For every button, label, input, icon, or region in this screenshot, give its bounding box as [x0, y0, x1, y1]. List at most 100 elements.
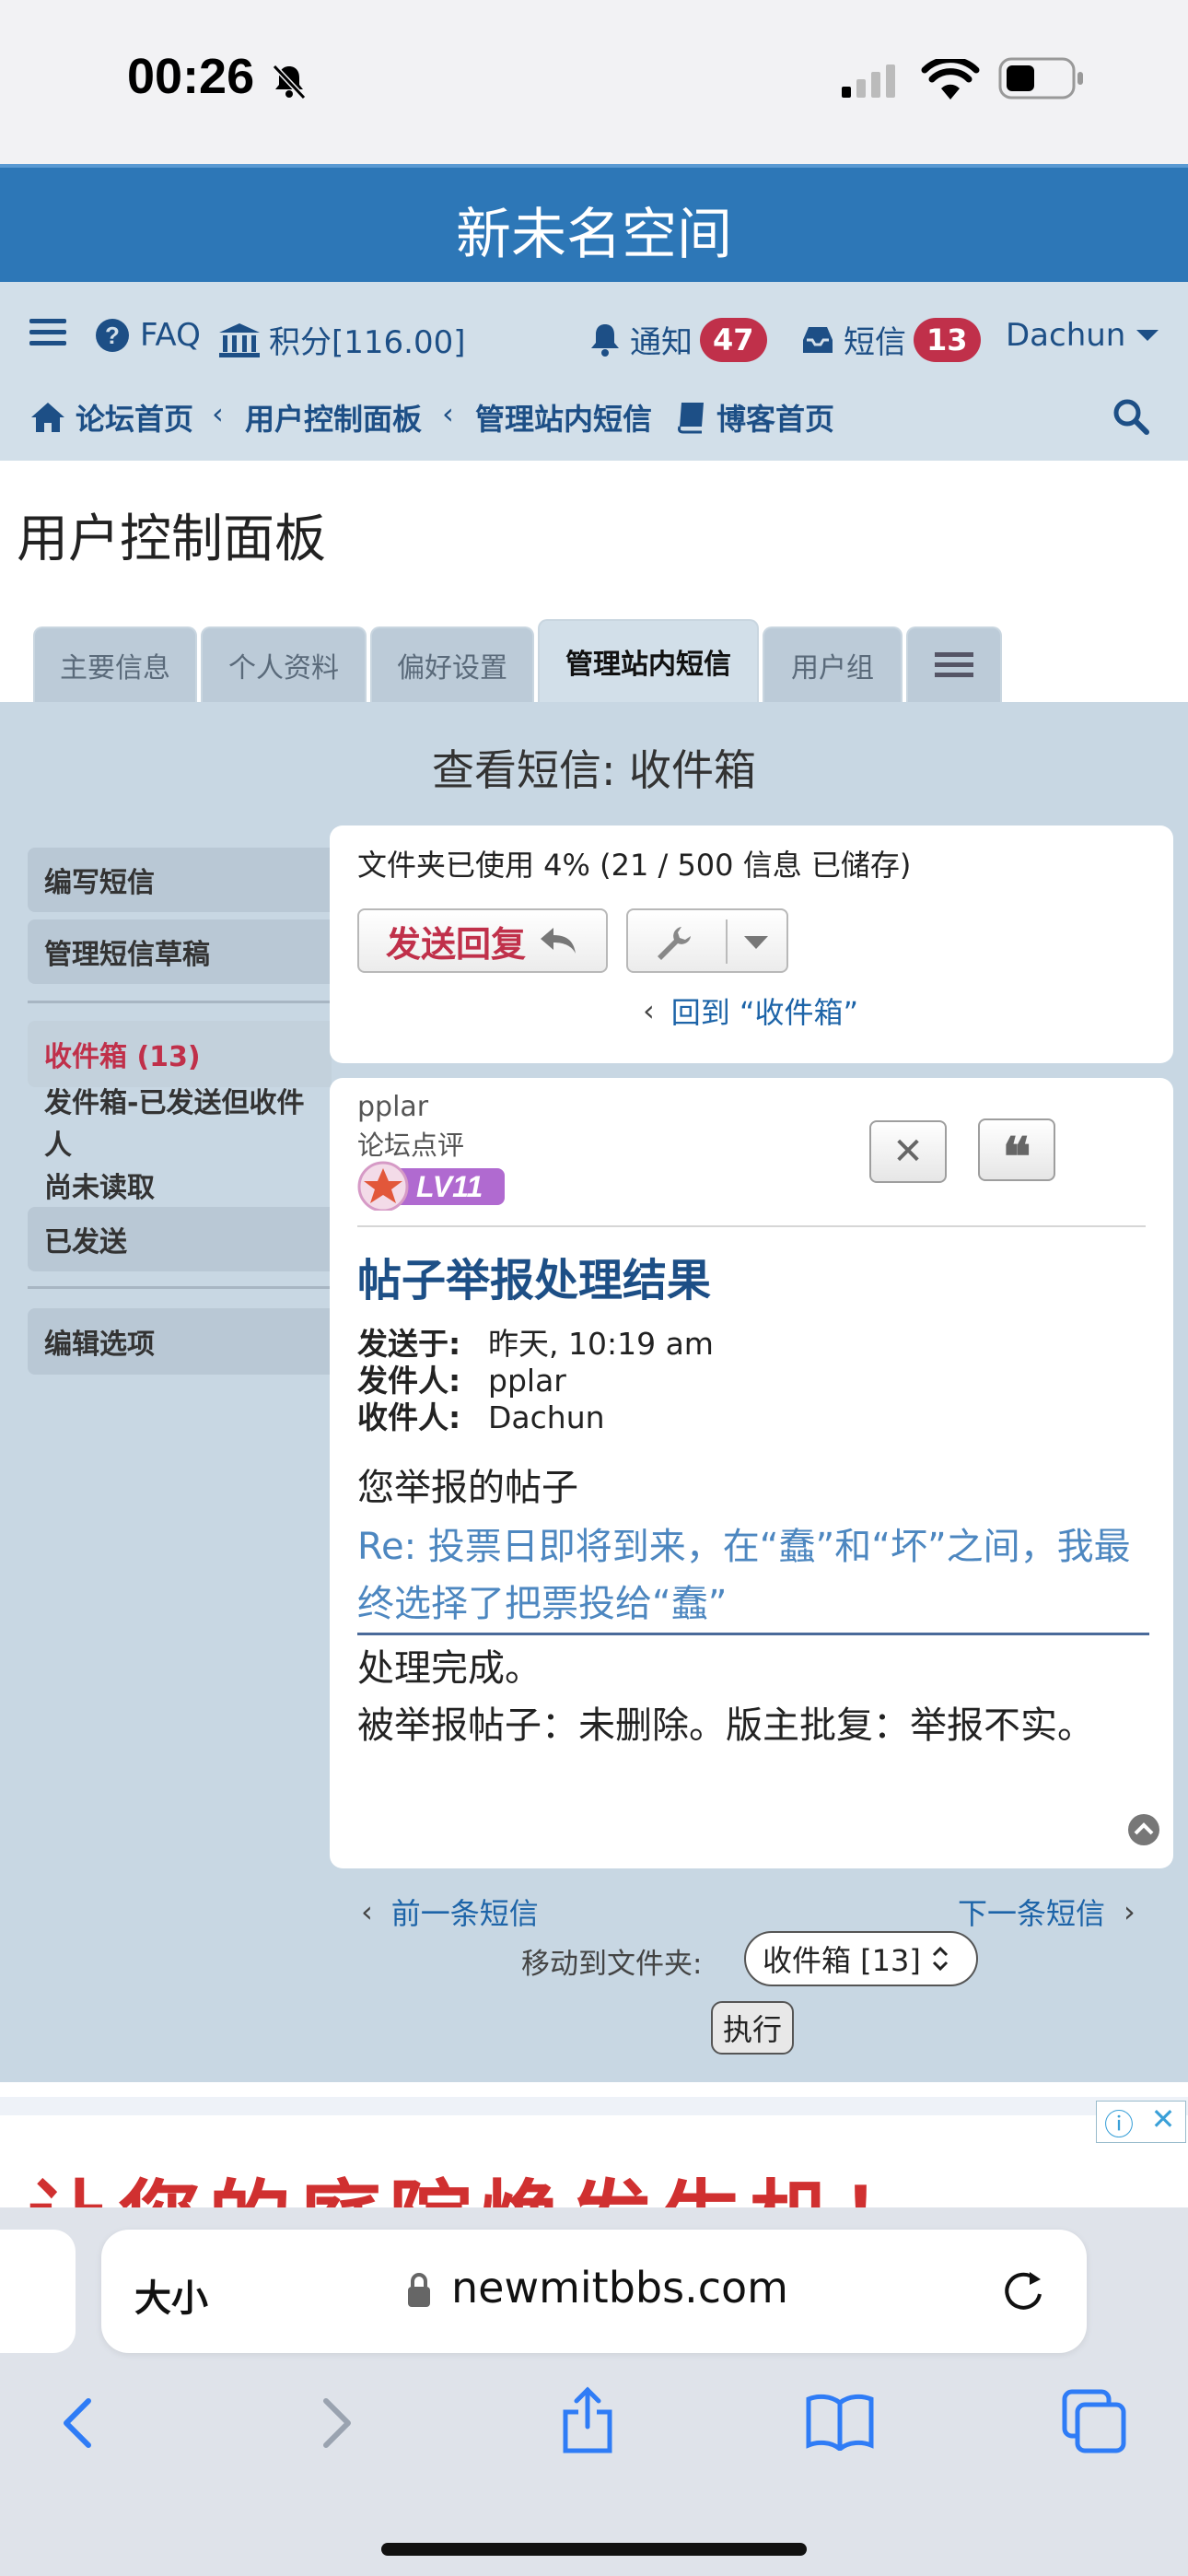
section-title: 查看短信: 收件箱 [431, 745, 757, 795]
bank-icon [219, 322, 260, 357]
points-link[interactable]: 积分[116.00] [217, 317, 466, 362]
svg-text:?: ? [105, 322, 120, 349]
caret-down-icon [744, 936, 768, 949]
points-label: 积分[116.00] [269, 324, 466, 361]
tab-main-info[interactable]: 主要信息 [33, 626, 197, 702]
folder-select-value: 收件箱 [13] [763, 1943, 921, 1978]
messages-count-badge: 13 [914, 317, 981, 362]
silent-bell-icon [272, 64, 307, 100]
status-bar: 00:26 [0, 0, 1188, 164]
chevron-right-icon: › [1124, 1894, 1136, 1929]
home-indicator [381, 2543, 807, 2556]
menu-divider [28, 1001, 332, 1003]
menu-sent[interactable]: 已发送 [28, 1207, 332, 1271]
breadcrumb-label: 论坛首页 [76, 402, 194, 437]
tab-more-menu[interactable] [906, 626, 1002, 702]
level-badge-text: LV11 [416, 1170, 483, 1203]
button-divider [726, 919, 728, 964]
previous-message-label: 前一条短信 [390, 1896, 539, 1931]
faq-label: FAQ [140, 317, 201, 354]
messages-link[interactable]: 短信 13 [799, 317, 981, 362]
reload-icon[interactable] [998, 2266, 1048, 2316]
to-label: 收件人: [357, 1399, 461, 1435]
menu-drafts[interactable]: 管理短信草稿 [28, 919, 332, 984]
forward-icon[interactable] [319, 2395, 355, 2451]
message-body-result: 被举报帖子：未删除。版主批复：举报不实。 [357, 1704, 1094, 1747]
search-icon[interactable] [1112, 398, 1149, 435]
breadcrumb-label: 用户控制面板 [245, 402, 423, 437]
url-text: newmitbbs.com [451, 2263, 788, 2313]
breadcrumb-label: 管理站内短信 [475, 402, 653, 437]
ad-controls: ⓘ ✕ [1096, 2101, 1186, 2143]
tab-usergroups[interactable]: 用户组 [763, 626, 903, 702]
send-reply-button[interactable]: 发送回复 [357, 908, 608, 973]
message-body-intro: 您举报的帖子 [357, 1467, 578, 1509]
back-to-inbox-link[interactable]: ‹ 回到 “收件箱” [643, 989, 858, 1032]
author-rank: 论坛点评 [357, 1130, 465, 1161]
select-chevrons-icon [932, 1946, 948, 1972]
menu-edit-options[interactable]: 编辑选项 [28, 1308, 332, 1375]
nav-top-row: ? FAQ 积分[116.00] 通知 47 短信 13 Dachun [0, 306, 1188, 370]
ad-info-icon[interactable]: ⓘ [1097, 2102, 1141, 2142]
menu-outbox[interactable]: 发件箱-已发送但收件人 尚未读取 [28, 1087, 332, 1204]
execute-button[interactable]: 执行 [711, 2001, 794, 2055]
address-bar[interactable]: 大小 newmitbbs.com [101, 2230, 1087, 2353]
inbox-icon [803, 326, 833, 353]
ad-headline: 让您的庭院焕发生机！ [28, 2152, 930, 2207]
bookmarks-icon[interactable] [805, 2392, 875, 2451]
chevron-left-icon: ‹ [442, 396, 454, 431]
text-size-button[interactable]: 大小 [134, 2268, 208, 2322]
next-message-link[interactable]: 下一条短信 › [958, 1891, 1136, 1933]
menu-icon [29, 319, 66, 345]
level-badge: LV11 [357, 1159, 508, 1211]
menu-icon [935, 652, 973, 677]
breadcrumb-pm[interactable]: 管理站内短信 [475, 396, 652, 439]
username: Dachun [1006, 317, 1126, 354]
tab-preferences[interactable]: 偏好设置 [370, 626, 534, 702]
scroll-to-top-icon[interactable] [1127, 1813, 1160, 1846]
to-row: 收件人: Dachun [357, 1393, 605, 1437]
previous-message-link[interactable]: ‹ 前一条短信 [361, 1891, 539, 1933]
tab-private-messages[interactable]: 管理站内短信 [538, 619, 759, 702]
quote-button[interactable]: ❝ [978, 1118, 1055, 1188]
tools-dropdown-button[interactable] [626, 908, 788, 973]
move-to-folder-label: 移动到文件夹: [521, 1948, 703, 1981]
tabs-icon[interactable] [1061, 2388, 1127, 2454]
ad-banner[interactable]: 让您的庭院焕发生机！ ⓘ ✕ [0, 2097, 1188, 2207]
breadcrumb-forum-home[interactable]: 论坛首页 [29, 396, 193, 439]
quote-icon: ❝ [1002, 1126, 1031, 1188]
chevron-left-icon: ‹ [361, 1894, 373, 1929]
share-icon[interactable] [558, 2384, 617, 2454]
author-name[interactable]: pplar [357, 1091, 428, 1123]
next-message-label: 下一条短信 [958, 1896, 1106, 1931]
breadcrumb-blog-home[interactable]: 博客首页 [676, 396, 834, 439]
menu-inbox[interactable]: 收件箱 (13) [28, 1021, 332, 1087]
tab-profile[interactable]: 个人资料 [201, 626, 367, 702]
user-menu[interactable]: Dachun [1006, 317, 1160, 354]
menu-compose[interactable]: 编写短信 [28, 848, 332, 912]
message-body-done: 处理完成。 [357, 1647, 542, 1690]
site-title[interactable]: 新未名空间 [0, 190, 1188, 270]
breadcrumb-label: 博客首页 [716, 402, 835, 437]
back-icon[interactable] [59, 2395, 96, 2451]
home-icon [31, 403, 64, 432]
folder-select[interactable]: 收件箱 [13] [744, 1931, 978, 1986]
reported-post-link[interactable]: Re: 投票日即将到来，在“蠢”和“坏”之间，我最终选择了把票投给“蠢” [357, 1518, 1149, 1635]
hamburger-menu-button[interactable] [29, 317, 66, 348]
message-subject: 帖子举报处理结果 [357, 1255, 712, 1306]
chevron-left-icon: ‹ [643, 993, 655, 1028]
chevron-left-icon: ‹ [212, 396, 224, 431]
faq-link[interactable]: ? FAQ [94, 317, 201, 354]
notifications-label: 通知 [630, 324, 693, 361]
breadcrumb-ucp[interactable]: 用户控制面板 [245, 396, 422, 439]
previous-tab-card[interactable] [0, 2230, 76, 2353]
ad-close-icon[interactable]: ✕ [1141, 2102, 1185, 2142]
delete-message-button[interactable]: ✕ [869, 1120, 947, 1183]
to-value[interactable]: Dachun [488, 1399, 605, 1435]
notifications-link[interactable]: 通知 47 [588, 317, 767, 362]
menu-divider [28, 1286, 332, 1289]
breadcrumb: 论坛首页 ‹ 用户控制面板 ‹ 管理站内短信 博客首页 [0, 383, 1188, 448]
folder-usage-text: 文件夹已使用 4% (21 / 500 信息 已储存) [357, 848, 912, 883]
wrench-icon [658, 927, 691, 960]
lock-icon [408, 2273, 430, 2307]
